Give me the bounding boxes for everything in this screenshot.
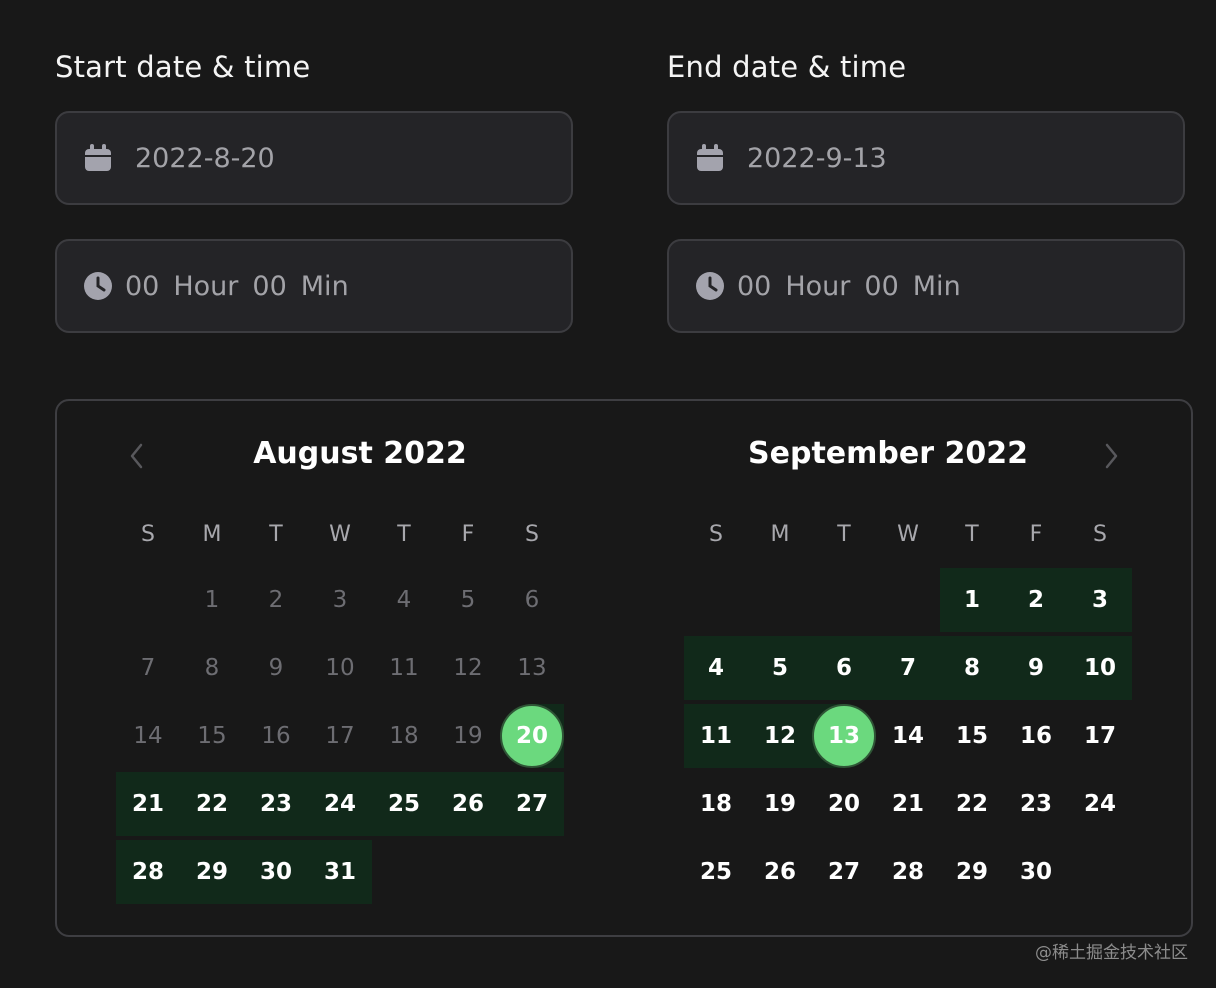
calendar-day-in-range[interactable]: 25: [372, 772, 436, 836]
calendar-day[interactable]: 17: [1068, 704, 1132, 768]
calendar-day-in-range[interactable]: 10: [1068, 636, 1132, 700]
start-hour-label: Hour: [173, 270, 239, 302]
calendar-day-in-range[interactable]: 27: [500, 772, 564, 836]
calendar-day-in-range[interactable]: 9: [1004, 636, 1068, 700]
calendar-day-in-range[interactable]: 12: [748, 704, 812, 768]
end-min-value[interactable]: 00: [864, 271, 898, 302]
start-date-value: 2022-8-20: [135, 142, 275, 174]
calendar-day[interactable]: 6: [500, 568, 564, 632]
start-date-field[interactable]: 2022-8-20: [55, 111, 573, 205]
weekday-header: T: [269, 522, 283, 547]
calendar-day-in-range[interactable]: 4: [684, 636, 748, 700]
end-hour-value[interactable]: 00: [737, 271, 771, 302]
start-min-value[interactable]: 00: [252, 271, 286, 302]
watermark: @稀土掘金技术社区: [1035, 943, 1188, 963]
month-title-september: September 2022: [748, 436, 1028, 471]
end-min-label: Min: [912, 270, 961, 302]
calendar-day-in-range[interactable]: 8: [940, 636, 1004, 700]
end-time-field[interactable]: 00 Hour 00 Min: [667, 239, 1185, 333]
range-start-day[interactable]: 20: [500, 704, 564, 768]
calendar-day-in-range[interactable]: 1: [940, 568, 1004, 632]
weekday-header: T: [837, 522, 851, 547]
calendar-day[interactable]: 16: [1004, 704, 1068, 768]
range-end-day[interactable]: 13: [812, 704, 876, 768]
calendar-day[interactable]: 25: [684, 840, 748, 904]
calendar-day[interactable]: 15: [940, 704, 1004, 768]
calendar-day[interactable]: 11: [372, 636, 436, 700]
calendar-day-in-range[interactable]: 23: [244, 772, 308, 836]
calendar-day[interactable]: 18: [372, 704, 436, 768]
calendar-day-in-range[interactable]: 21: [116, 772, 180, 836]
clock-icon: [695, 271, 725, 301]
calendar-day[interactable]: 4: [372, 568, 436, 632]
calendar-day-in-range[interactable]: 22: [180, 772, 244, 836]
month-title-august: August 2022: [253, 436, 467, 471]
calendar-day-in-range[interactable]: 6: [812, 636, 876, 700]
calendar-day[interactable]: 2: [244, 568, 308, 632]
start-time-field[interactable]: 00 Hour 00 Min: [55, 239, 573, 333]
weekday-header: W: [897, 522, 919, 547]
calendar-day[interactable]: 15: [180, 704, 244, 768]
weekday-header: F: [1029, 522, 1043, 547]
calendar-day[interactable]: 12: [436, 636, 500, 700]
calendar-day-in-range[interactable]: 24: [308, 772, 372, 836]
end-date-value: 2022-9-13: [747, 142, 887, 174]
calendar-day[interactable]: 9: [244, 636, 308, 700]
calendar-day-in-range[interactable]: 26: [436, 772, 500, 836]
start-section-title: Start date & time: [55, 50, 311, 84]
calendar-day[interactable]: 26: [748, 840, 812, 904]
start-hour-value[interactable]: 00: [125, 271, 159, 302]
calendar-day[interactable]: 20: [812, 772, 876, 836]
calendar-day[interactable]: 19: [748, 772, 812, 836]
calendar-day-in-range[interactable]: 28: [116, 840, 180, 904]
end-date-field[interactable]: 2022-9-13: [667, 111, 1185, 205]
calendar-day-in-range[interactable]: 31: [308, 840, 372, 904]
calendar-day[interactable]: 14: [116, 704, 180, 768]
start-min-label: Min: [300, 270, 349, 302]
calendar-day[interactable]: 1: [180, 568, 244, 632]
calendar-day[interactable]: 19: [436, 704, 500, 768]
calendar-day[interactable]: 3: [308, 568, 372, 632]
end-hour-label: Hour: [785, 270, 851, 302]
calendar-day[interactable]: 17: [308, 704, 372, 768]
calendar-day-in-range[interactable]: 30: [244, 840, 308, 904]
weekday-header: F: [461, 522, 475, 547]
weekday-header: S: [525, 522, 539, 547]
weekday-header: S: [709, 522, 723, 547]
calendar-day[interactable]: 5: [436, 568, 500, 632]
calendar-day-in-range[interactable]: 11: [684, 704, 748, 768]
weekday-header: T: [397, 522, 411, 547]
weekday-header: T: [965, 522, 979, 547]
calendar-day-in-range[interactable]: 29: [180, 840, 244, 904]
calendar-day[interactable]: 30: [1004, 840, 1068, 904]
calendar-day[interactable]: 24: [1068, 772, 1132, 836]
calendar-day[interactable]: 13: [500, 636, 564, 700]
weekday-header: M: [202, 522, 222, 547]
calendar-day[interactable]: 22: [940, 772, 1004, 836]
calendar-icon: [83, 143, 113, 173]
calendar-day[interactable]: 21: [876, 772, 940, 836]
calendar-day[interactable]: 18: [684, 772, 748, 836]
weekday-header: M: [770, 522, 790, 547]
clock-icon: [83, 271, 113, 301]
calendar-day[interactable]: 28: [876, 840, 940, 904]
calendar-icon: [695, 143, 725, 173]
calendar-day[interactable]: 16: [244, 704, 308, 768]
calendar-day-in-range[interactable]: 2: [1004, 568, 1068, 632]
weekday-header: W: [329, 522, 351, 547]
calendar-day[interactable]: 8: [180, 636, 244, 700]
calendar-day-in-range[interactable]: 3: [1068, 568, 1132, 632]
calendar-day[interactable]: 10: [308, 636, 372, 700]
calendar-day-in-range[interactable]: 5: [748, 636, 812, 700]
weekday-header: S: [141, 522, 155, 547]
calendar-day[interactable]: 23: [1004, 772, 1068, 836]
calendar-day[interactable]: 29: [940, 840, 1004, 904]
calendar-day[interactable]: 27: [812, 840, 876, 904]
calendar-day[interactable]: 7: [116, 636, 180, 700]
calendar-day-in-range[interactable]: 7: [876, 636, 940, 700]
end-section-title: End date & time: [667, 50, 907, 84]
weekday-header: S: [1093, 522, 1107, 547]
calendar-day[interactable]: 14: [876, 704, 940, 768]
